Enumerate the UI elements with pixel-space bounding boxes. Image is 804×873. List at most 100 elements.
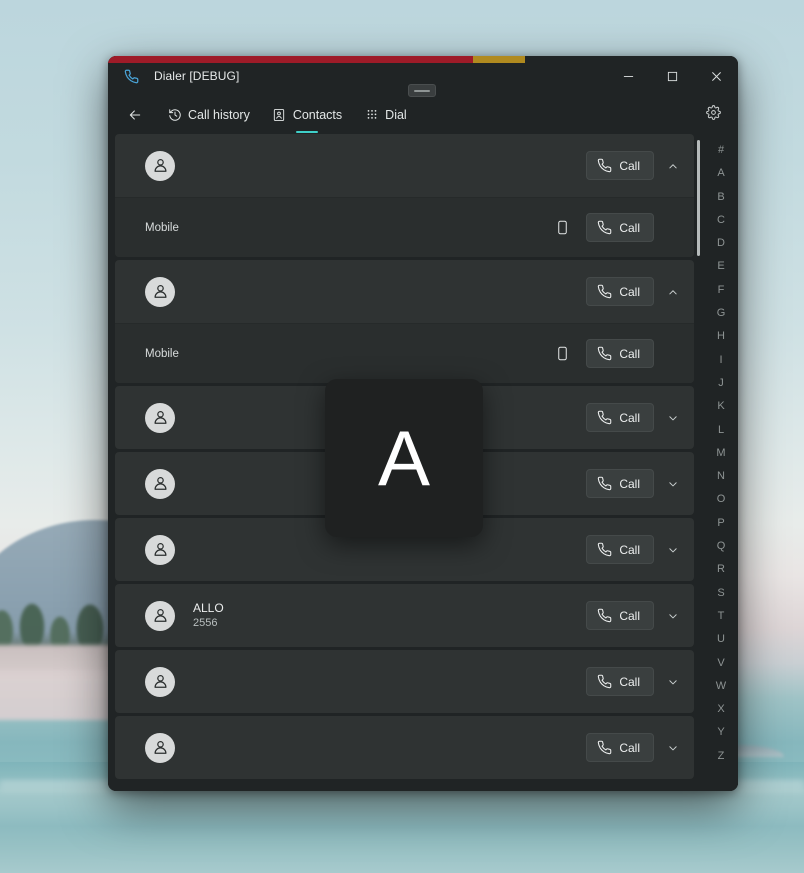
- chevron-down-icon[interactable]: [658, 464, 688, 504]
- alpha-index-letter[interactable]: Q: [704, 535, 738, 558]
- call-button[interactable]: Call: [586, 151, 654, 180]
- contact-card: Call: [115, 650, 694, 713]
- alpha-index-letter[interactable]: #: [704, 139, 738, 162]
- call-history-icon: [167, 108, 182, 123]
- call-button-label: Call: [619, 740, 640, 755]
- alpha-index-letter[interactable]: H: [704, 325, 738, 348]
- accent-progress-bar: [108, 56, 738, 63]
- alpha-index-letter[interactable]: R: [704, 558, 738, 581]
- call-button-label: Call: [619, 410, 640, 425]
- chevron-up-icon[interactable]: [658, 272, 688, 312]
- collapse-handle[interactable]: [408, 84, 436, 97]
- tab-dial[interactable]: Dial: [353, 96, 418, 134]
- tab-bar: Call history Contacts Dial: [156, 96, 418, 134]
- call-button-label: Call: [619, 158, 640, 173]
- call-button[interactable]: Call: [586, 339, 654, 368]
- avatar-icon: [145, 666, 175, 697]
- back-button[interactable]: [120, 96, 150, 134]
- alpha-index-letter[interactable]: Z: [704, 745, 738, 768]
- alpha-index-letter[interactable]: F: [704, 279, 738, 302]
- alpha-index-letter[interactable]: U: [704, 628, 738, 651]
- contacts-book-icon: [272, 108, 287, 123]
- contact-row[interactable]: Call: [115, 134, 694, 197]
- avatar-icon: [145, 402, 175, 433]
- chevron-down-icon[interactable]: [658, 728, 688, 768]
- alpha-index-letter[interactable]: B: [704, 186, 738, 209]
- alpha-index-letter[interactable]: J: [704, 372, 738, 395]
- alpha-index-letter[interactable]: D: [704, 232, 738, 255]
- alphabet-index[interactable]: # A B C D E F G H I J K L M N O P Q R S T U V W X Y Z: [704, 134, 738, 785]
- alpha-index-letter[interactable]: S: [704, 582, 738, 605]
- alpha-index-letter[interactable]: X: [704, 698, 738, 721]
- alpha-index-letter[interactable]: C: [704, 209, 738, 232]
- chevron-down-icon[interactable]: [658, 662, 688, 702]
- phone-number-label: Mobile: [145, 221, 179, 234]
- call-button[interactable]: Call: [586, 601, 654, 630]
- tab-call-history[interactable]: Call history: [156, 96, 261, 134]
- alpha-index-letter[interactable]: V: [704, 652, 738, 675]
- tab-contacts-label: Contacts: [292, 108, 343, 122]
- call-button[interactable]: Call: [586, 213, 654, 242]
- call-button[interactable]: Call: [586, 535, 654, 564]
- phone-icon: [597, 740, 612, 755]
- contact-row[interactable]: Call: [115, 650, 694, 713]
- sim-card-icon[interactable]: [548, 340, 576, 368]
- alpha-index-letter[interactable]: A: [704, 162, 738, 185]
- alpha-index-letter[interactable]: M: [704, 442, 738, 465]
- call-button-label: Call: [619, 542, 640, 557]
- call-button[interactable]: Call: [586, 469, 654, 498]
- contact-card: Call Mobile Call: [115, 134, 694, 257]
- avatar-icon: [145, 150, 175, 181]
- phone-number-row[interactable]: Mobile Call: [115, 323, 694, 383]
- call-button-label: Call: [619, 476, 640, 491]
- window-title: Dialer [DEBUG]: [154, 69, 240, 83]
- avatar-icon: [145, 534, 175, 565]
- alpha-index-letter[interactable]: L: [704, 419, 738, 442]
- chevron-down-icon[interactable]: [658, 596, 688, 636]
- chevron-up-icon[interactable]: [658, 146, 688, 186]
- alpha-index-letter[interactable]: I: [704, 349, 738, 372]
- dialer-window: Dialer [DEBUG] Call history Contacts Dia…: [108, 56, 738, 791]
- call-button[interactable]: Call: [586, 733, 654, 762]
- phone-icon: [597, 346, 612, 361]
- alpha-index-letter[interactable]: Y: [704, 721, 738, 744]
- alpha-index-letter[interactable]: W: [704, 675, 738, 698]
- call-button-label: Call: [619, 608, 640, 623]
- contact-row[interactable]: Call: [115, 260, 694, 323]
- contacts-scrollbar[interactable]: [694, 134, 704, 785]
- alpha-index-letter[interactable]: K: [704, 395, 738, 418]
- alpha-index-letter[interactable]: E: [704, 255, 738, 278]
- call-button[interactable]: Call: [586, 403, 654, 432]
- accent-segment-red: [108, 56, 474, 63]
- sim-card-icon[interactable]: [548, 214, 576, 242]
- letter-jump-value: A: [377, 414, 431, 502]
- contact-subtitle: 2556: [193, 616, 218, 629]
- alpha-index-letter[interactable]: T: [704, 605, 738, 628]
- call-button-label: Call: [619, 220, 640, 235]
- scrollbar-thumb[interactable]: [697, 140, 700, 256]
- tab-contacts[interactable]: Contacts: [261, 96, 353, 134]
- phone-icon: [597, 410, 612, 425]
- call-button[interactable]: Call: [586, 667, 654, 696]
- contact-row[interactable]: ALLO 2556 Call: [115, 584, 694, 647]
- call-button[interactable]: Call: [586, 277, 654, 306]
- tab-call-history-label: Call history: [188, 108, 250, 122]
- phone-icon: [597, 220, 612, 235]
- chevron-down-icon[interactable]: [658, 398, 688, 438]
- chevron-down-icon[interactable]: [658, 530, 688, 570]
- contact-card: Call: [115, 716, 694, 779]
- phone-icon: [597, 608, 612, 623]
- tab-dial-label: Dial: [385, 108, 407, 122]
- gear-icon: [705, 105, 721, 125]
- call-button-label: Call: [619, 284, 640, 299]
- avatar-icon: [145, 468, 175, 499]
- phone-number-row[interactable]: Mobile Call: [115, 197, 694, 257]
- settings-button[interactable]: [696, 96, 730, 134]
- alpha-index-letter[interactable]: P: [704, 512, 738, 535]
- phone-icon: [597, 542, 612, 557]
- avatar-icon: [145, 732, 175, 763]
- alpha-index-letter[interactable]: G: [704, 302, 738, 325]
- contact-row[interactable]: Call: [115, 716, 694, 779]
- alpha-index-letter[interactable]: N: [704, 465, 738, 488]
- alpha-index-letter[interactable]: O: [704, 488, 738, 511]
